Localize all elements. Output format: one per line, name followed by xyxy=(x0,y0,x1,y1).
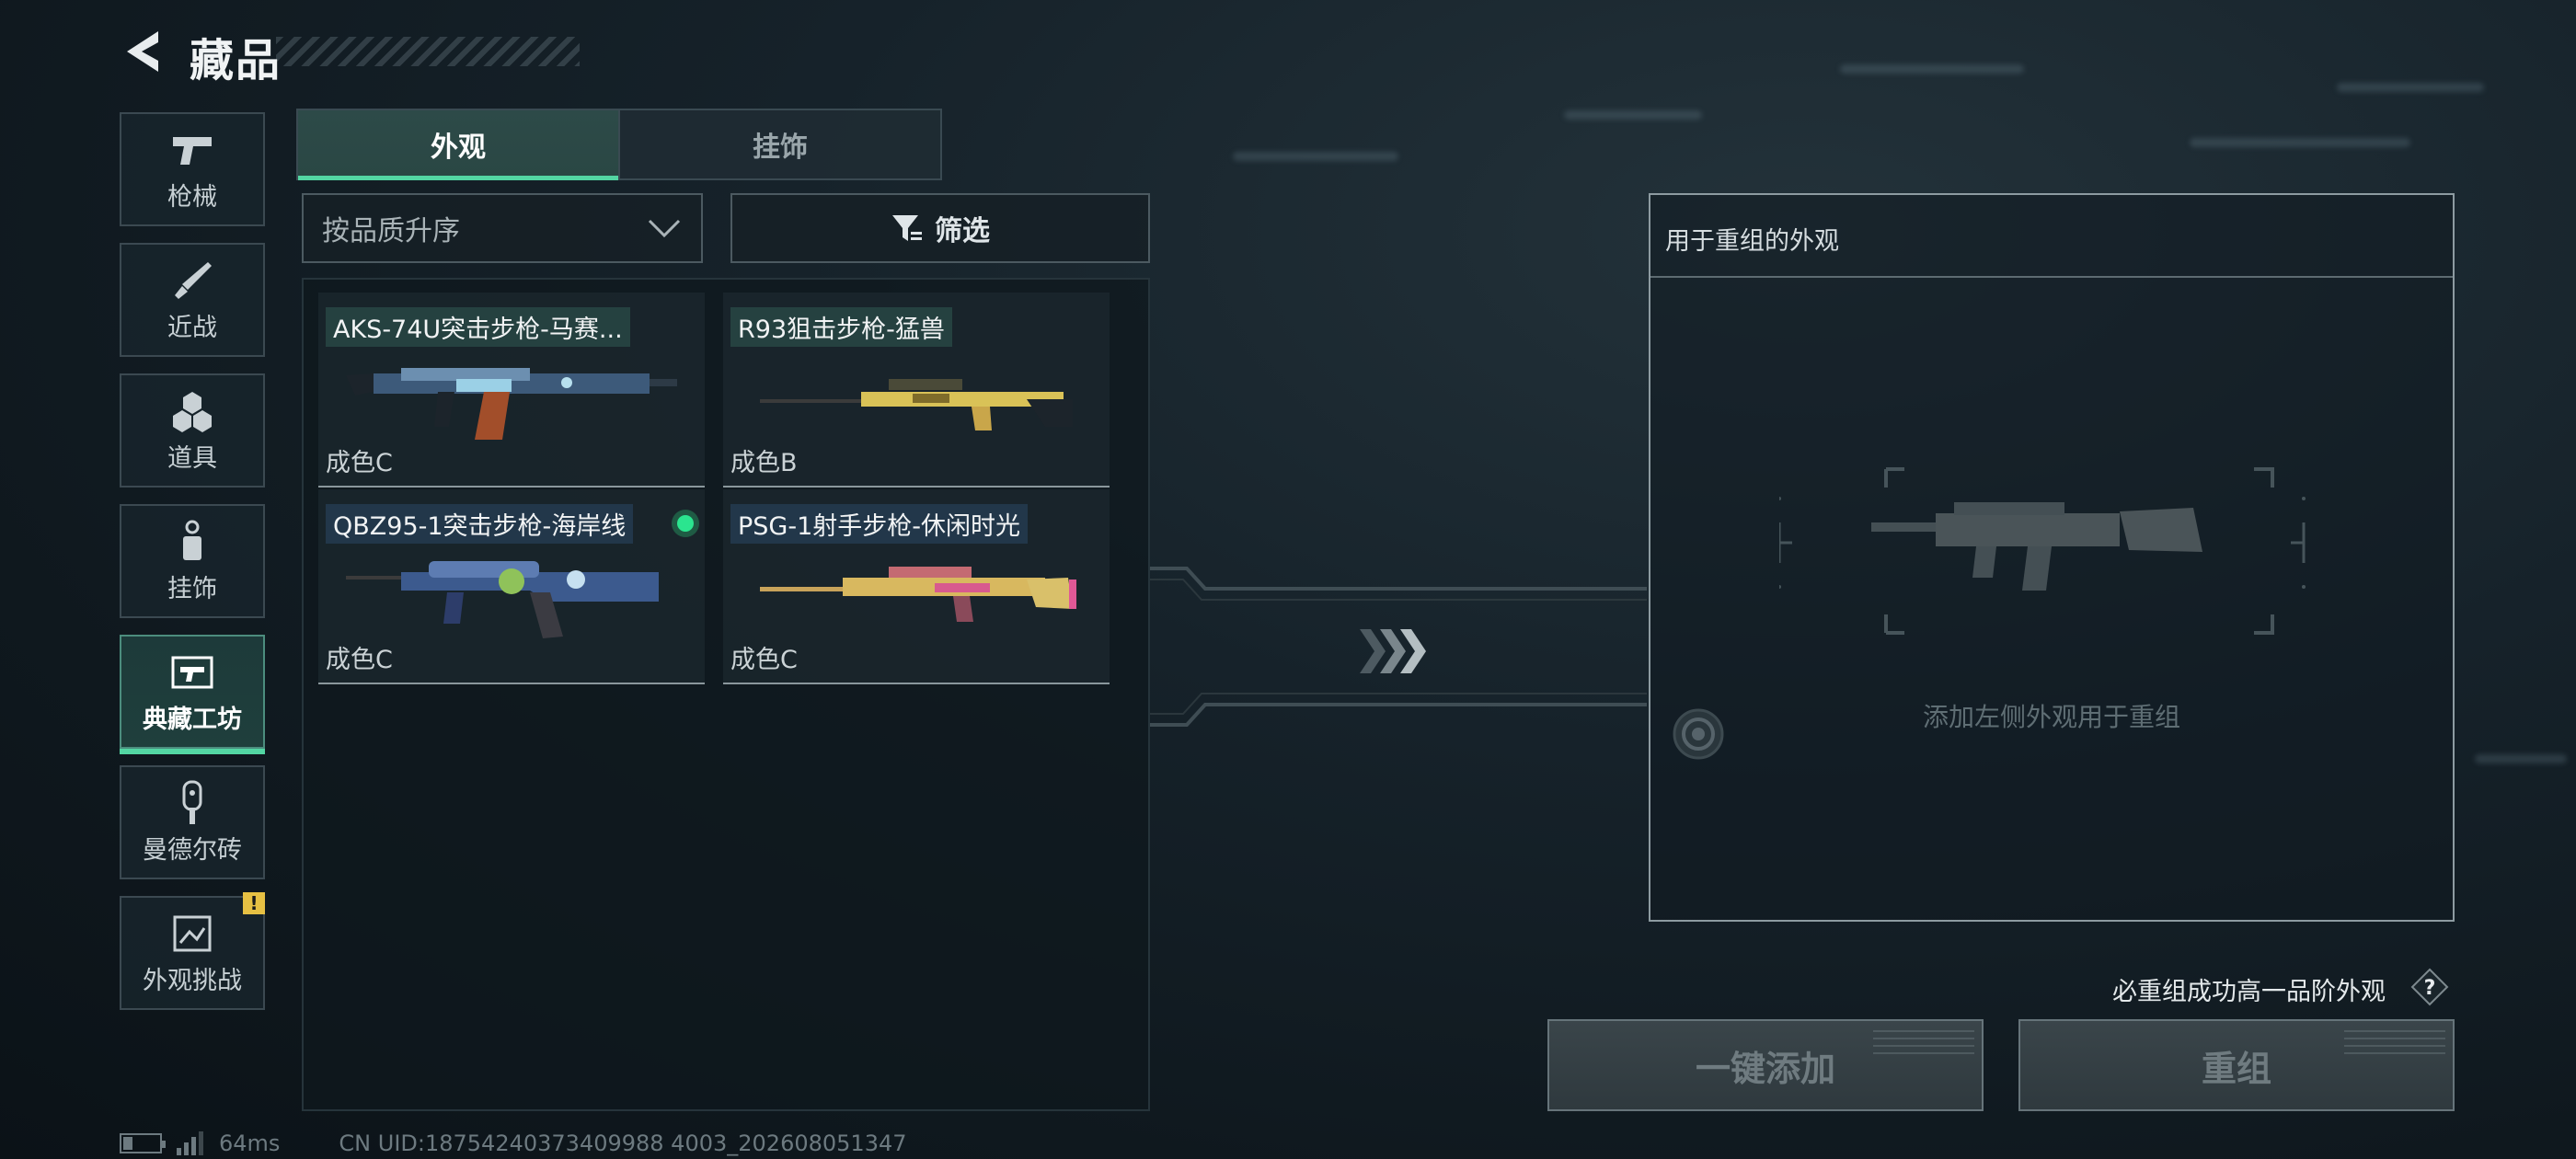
recombine-panel-header: 用于重组的外观 xyxy=(1650,195,2453,278)
signal-icon xyxy=(177,1131,203,1155)
gun-skin-image xyxy=(760,379,1073,430)
item-name: PSG-1射手步枪-休闲时光 xyxy=(730,504,1029,544)
svg-text:?: ? xyxy=(2424,977,2436,1000)
workshop-icon xyxy=(167,649,218,695)
filter-label: 筛选 xyxy=(935,215,990,247)
recombine-placeholder-text: 添加左侧外观用于重组 xyxy=(1922,702,2180,732)
item-grade: 成色B xyxy=(730,449,798,477)
sidebar-item-charms[interactable]: 挂饰 xyxy=(120,504,265,618)
item-name: R93狙击步枪-猛兽 xyxy=(730,307,952,347)
quick-add-label: 一键添加 xyxy=(1695,1048,1835,1089)
appearance-card[interactable]: R93狙击步枪-猛兽 成色B xyxy=(723,293,1110,488)
gun-skin-image xyxy=(346,561,659,638)
sort-dropdown[interactable]: 按品质升序 xyxy=(302,193,703,263)
knife-icon xyxy=(167,258,218,304)
appearance-card[interactable]: AKS-74U突击步枪-马赛... 成色C xyxy=(318,293,705,488)
bg-streak xyxy=(1840,64,2024,74)
item-grade: 成色C xyxy=(730,646,798,674)
recombine-panel-title: 用于重组的外观 xyxy=(1665,227,1839,256)
back-arrow-icon xyxy=(127,31,158,72)
sidebar-item-label: 典藏工坊 xyxy=(143,705,242,734)
transfer-connector xyxy=(1150,567,1647,727)
target-icon xyxy=(1673,708,1724,760)
back-button[interactable] xyxy=(120,28,166,75)
ping-text: 64ms xyxy=(219,1130,281,1156)
sidebar-item-challenge[interactable]: 外观挑战 ! xyxy=(120,892,265,1010)
charm-icon xyxy=(167,519,218,565)
uid-text: CN UID:18754240373409988 4003_2026080513… xyxy=(339,1130,907,1156)
bg-streak xyxy=(2475,754,2567,763)
sidebar-item-melee[interactable]: 近战 xyxy=(120,243,265,357)
cubes-icon xyxy=(167,388,218,434)
filter-icon xyxy=(892,215,922,241)
placeholder-rifle-icon xyxy=(1779,467,2306,635)
gun-skin-image xyxy=(346,368,677,440)
pistol-icon xyxy=(167,127,218,173)
bg-streak xyxy=(1233,152,1398,161)
item-name: QBZ95-1突击步枪-海岸线 xyxy=(326,504,634,544)
sidebar-item-label: 挂饰 xyxy=(167,574,217,603)
tab-appearance[interactable]: 外观 xyxy=(298,110,618,180)
button-decoration xyxy=(1873,1027,1974,1054)
recombine-slot-panel[interactable]: 用于重组的外观 添加左侧外观用于重组 xyxy=(1649,193,2455,922)
appearance-card[interactable]: PSG-1射手步枪-休闲时光 成色C xyxy=(723,489,1110,684)
appearance-grid: AKS-74U突击步枪-马赛... 成色C R93狙击步枪-猛兽 成色B QBZ… xyxy=(302,278,1150,1111)
bg-streak xyxy=(2337,83,2484,92)
sidebar-item-label: 枪械 xyxy=(167,182,217,212)
sidebar-item-label: 道具 xyxy=(167,443,217,473)
sidebar-item-label: 外观挑战 xyxy=(143,966,242,995)
guarantee-text: 必重组成功高一品阶外观 xyxy=(2112,978,2386,1006)
button-decoration xyxy=(2344,1027,2445,1054)
item-name: AKS-74U突击步枪-马赛... xyxy=(326,307,630,347)
quick-add-button[interactable]: 一键添加 xyxy=(1547,1019,1984,1111)
sort-value: 按品质升序 xyxy=(322,215,460,247)
sidebar-item-items[interactable]: 道具 xyxy=(120,373,265,488)
alert-badge: ! xyxy=(243,892,265,914)
sidebar-item-workshop[interactable]: 典藏工坊 xyxy=(120,635,265,754)
equipped-indicator xyxy=(672,510,699,537)
tab-charms[interactable]: 挂饰 xyxy=(618,110,940,178)
gun-skin-image xyxy=(760,567,1076,622)
challenge-icon xyxy=(167,911,218,957)
chevron-down-icon xyxy=(648,219,681,238)
bg-streak xyxy=(1564,110,1702,120)
filter-button[interactable]: 筛选 xyxy=(730,193,1150,263)
page-title: 藏品 xyxy=(190,35,282,86)
sidebar-item-label: 曼德尔砖 xyxy=(143,835,242,865)
sidebar-item-label: 近战 xyxy=(167,313,217,342)
help-button[interactable]: ? xyxy=(2410,968,2449,1006)
recombine-button[interactable]: 重组 xyxy=(2018,1019,2455,1111)
recombine-label: 重组 xyxy=(2201,1048,2271,1089)
item-grade: 成色C xyxy=(326,449,393,477)
chevron-right-icon xyxy=(1360,629,1426,673)
item-grade: 成色C xyxy=(326,646,393,674)
battery-icon xyxy=(120,1133,166,1153)
question-icon: ? xyxy=(2410,968,2449,1006)
title-decoration xyxy=(276,37,580,66)
bg-streak xyxy=(2190,138,2410,147)
status-bar: 64ms CN UID:18754240373409988 4003_20260… xyxy=(120,1130,907,1156)
sidebar-item-guns[interactable]: 枪械 xyxy=(120,112,265,226)
tab-bar: 外观 挂饰 xyxy=(296,109,942,180)
sidebar-item-mandel-brick[interactable]: 曼德尔砖 xyxy=(120,765,265,879)
appearance-card[interactable]: QBZ95-1突击步枪-海岸线 成色C xyxy=(318,489,705,684)
mandel-brick-icon xyxy=(167,780,218,826)
